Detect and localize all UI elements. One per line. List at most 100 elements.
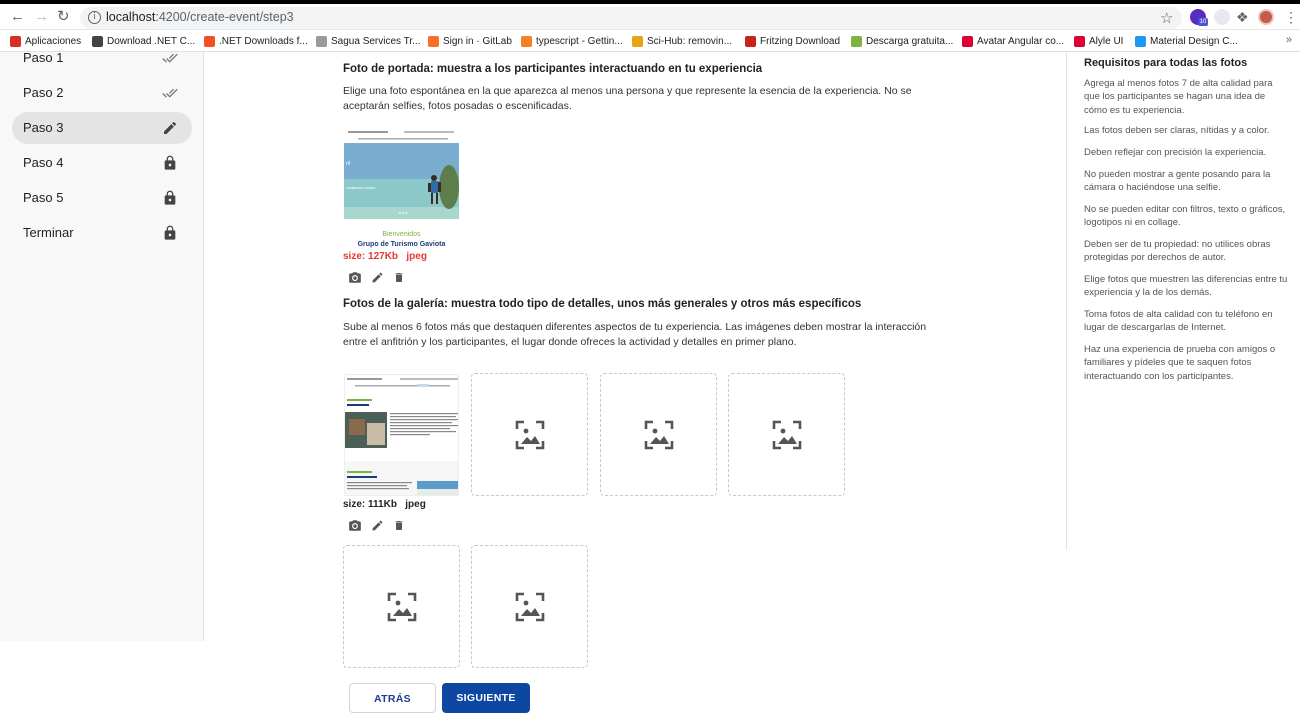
gallery-upload-slot[interactable] xyxy=(600,373,717,496)
cover-file-info: size: 127Kb jpeg xyxy=(343,251,427,262)
gallery-file-size: size: 111Kb xyxy=(343,499,397,510)
svg-text:cuidadosos cuerpo: cuidadosos cuerpo xyxy=(346,186,375,190)
step-paso-3[interactable]: Paso 3 xyxy=(12,112,192,144)
bookmark-favicon-icon xyxy=(851,35,862,47)
forward-arrow-icon[interactable]: → xyxy=(34,9,49,25)
gallery-section-title: Fotos de la galería: muestra todo tipo d… xyxy=(343,298,862,310)
requirement-item: Las fotos deben ser claras, nítidas y a … xyxy=(1084,125,1270,136)
profile-avatar[interactable] xyxy=(1258,9,1274,25)
window-edge xyxy=(0,0,1300,4)
browser-toolbar: ← → ↻ i localhost:4200/create-event/step… xyxy=(0,0,1300,30)
add-photo-icon xyxy=(644,420,674,450)
bookmark-favicon-icon xyxy=(521,35,532,47)
delete-icon[interactable] xyxy=(393,271,405,284)
back-arrow-icon[interactable]: ← xyxy=(10,9,25,25)
requirement-item: Deben reflejar con precisión la experien… xyxy=(1084,147,1267,158)
bookmark-favicon-icon xyxy=(204,35,215,47)
extension-badge: 10 xyxy=(1198,18,1208,26)
step-label: Paso 1 xyxy=(23,50,64,65)
step-label: Paso 4 xyxy=(23,155,64,170)
step-paso-1[interactable]: Paso 1 xyxy=(12,42,192,74)
bookmark-item[interactable]: Alyle UI xyxy=(1074,34,1123,48)
bookmark-label: typescript - Gettin... xyxy=(536,35,623,47)
bookmark-item[interactable]: Descarga gratuita... xyxy=(851,34,953,48)
step-paso-5[interactable]: Paso 5 xyxy=(12,182,192,214)
address-bar[interactable]: i localhost:4200/create-event/step3 xyxy=(80,7,1182,29)
requirement-item: Deben ser de tu propiedad: no utilices o… xyxy=(1084,239,1271,264)
cover-actions xyxy=(348,270,405,284)
gallery-photo-1[interactable] xyxy=(344,374,459,496)
add-photo-icon xyxy=(387,592,417,622)
camera-icon[interactable] xyxy=(348,519,362,532)
bookmark-item[interactable]: .NET Downloads f... xyxy=(204,34,308,48)
next-button[interactable]: SIGUIENTE xyxy=(442,683,530,713)
bookmark-favicon-icon xyxy=(632,35,643,47)
svg-text:rtí: rtí xyxy=(346,161,351,167)
main-content: Foto de portada: muestra a los participa… xyxy=(204,52,1066,717)
requirement-item: No se pueden editar con filtros, texto o… xyxy=(1084,204,1286,229)
done-all-icon xyxy=(162,88,178,98)
gallery-upload-slot[interactable] xyxy=(471,545,588,668)
bookmark-favicon-icon xyxy=(428,35,439,47)
bookmark-label: Fritzing Download xyxy=(760,35,841,47)
bookmark-star-icon[interactable]: ☆ xyxy=(1160,9,1173,27)
requirement-item: Elige fotos que muestren las diferencias… xyxy=(1084,274,1288,299)
bookmarks-overflow-icon[interactable]: » xyxy=(1286,34,1292,46)
gallery-upload-slot[interactable] xyxy=(343,545,460,668)
gallery-upload-slot[interactable] xyxy=(728,373,845,496)
extension-moon-icon[interactable] xyxy=(1214,9,1230,25)
step-label: Terminar xyxy=(23,225,74,240)
edit-icon[interactable] xyxy=(371,271,384,284)
reload-icon[interactable]: ↻ xyxy=(57,9,70,25)
gallery-file-format: jpeg xyxy=(405,499,426,510)
bookmark-label: .NET Downloads f... xyxy=(219,35,308,47)
camera-icon[interactable] xyxy=(348,271,362,284)
step-label: Paso 2 xyxy=(23,85,64,100)
bookmark-item[interactable]: Avatar Angular co... xyxy=(962,34,1064,48)
bookmark-favicon-icon xyxy=(1074,35,1085,47)
cover-file-format: jpeg xyxy=(406,251,427,262)
add-photo-icon xyxy=(515,592,545,622)
edit-icon xyxy=(164,121,177,134)
stepper-sidebar: Paso 1 Paso 2 Paso 3 Paso 4 Paso 5 Termi… xyxy=(0,50,204,641)
requirements-title: Requisitos para todas las fotos xyxy=(1084,57,1248,69)
extensions-puzzle-icon[interactable]: ❖ xyxy=(1236,9,1252,25)
step-label: Paso 3 xyxy=(23,120,64,135)
edit-icon[interactable] xyxy=(371,519,384,532)
bookmark-label: Material Design C... xyxy=(1150,35,1238,47)
bookmark-item[interactable]: Material Design C... xyxy=(1135,34,1238,48)
step-paso-2[interactable]: Paso 2 xyxy=(12,77,192,109)
cover-section-description: Elige una foto espontánea en la que apar… xyxy=(343,85,912,112)
lock-icon xyxy=(164,155,176,170)
done-all-icon xyxy=(162,53,178,63)
address-url[interactable]: localhost:4200/create-event/step3 xyxy=(106,10,294,24)
lock-icon xyxy=(164,190,176,205)
bookmark-favicon-icon xyxy=(1135,35,1146,47)
bookmarks-bar: Aplicaciones Download .NET C... .NET Downl… xyxy=(0,30,1300,52)
step-terminar[interactable]: Terminar xyxy=(12,217,192,249)
delete-icon[interactable] xyxy=(393,519,405,532)
bookmark-item[interactable]: Fritzing Download xyxy=(745,34,840,48)
bookmark-label: Alyle UI xyxy=(1089,35,1124,47)
lock-icon xyxy=(164,225,176,240)
bookmark-favicon-icon xyxy=(316,35,327,47)
bookmark-item[interactable]: Sci-Hub: removin... xyxy=(632,34,732,48)
gallery-actions xyxy=(348,518,405,532)
back-button[interactable]: ATRÁS xyxy=(349,683,436,713)
gallery-file-info: size: 111Kb jpeg xyxy=(343,499,426,510)
gallery-upload-slot[interactable] xyxy=(471,373,588,496)
cover-photo[interactable]: rtí cuidadosos cuerpo Bienvenidos Grupo … xyxy=(344,127,459,249)
step-paso-4[interactable]: Paso 4 xyxy=(12,147,192,179)
cover-section-title: Foto de portada: muestra a los participa… xyxy=(343,63,763,75)
bookmark-item[interactable]: Sagua Services Tr... xyxy=(316,34,421,48)
photo-requirements-panel: Requisitos para todas las fotos Agrega a… xyxy=(1066,52,1300,550)
browser-menu-icon[interactable]: ⋮ xyxy=(1284,9,1300,25)
bookmark-item[interactable]: typescript - Gettin... xyxy=(521,34,623,48)
requirement-item: Haz una experiencia de prueba con amigos… xyxy=(1084,344,1276,382)
bookmark-label: Sagua Services Tr... xyxy=(331,35,421,47)
bookmark-item[interactable]: Sign in · GitLab xyxy=(428,34,512,48)
site-info-icon[interactable]: i xyxy=(88,11,101,24)
requirement-item: Agrega al menos fotos 7 de alta calidad … xyxy=(1084,78,1273,116)
cover-caption-1: Bienvenidos xyxy=(382,231,421,238)
gallery-section-description: Sube al menos 6 fotos más que destaquen … xyxy=(343,321,927,348)
